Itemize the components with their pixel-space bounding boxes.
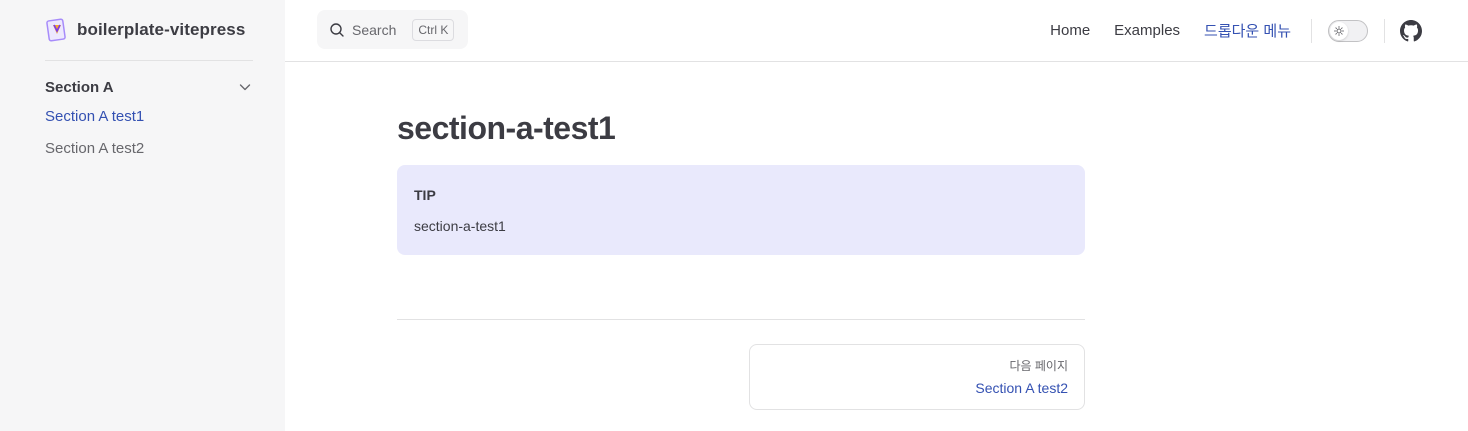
tip-callout: TIP section-a-test1: [397, 165, 1085, 255]
theme-toggle[interactable]: [1328, 19, 1368, 42]
tip-title: TIP: [414, 187, 436, 203]
sidebar: boilerplate-vitepress Section A Section …: [0, 0, 285, 431]
next-page-link[interactable]: 다음 페이지 Section A test2: [749, 344, 1085, 410]
search-label: Search: [352, 21, 397, 38]
sidebar-section-label: Section A: [45, 78, 114, 96]
search-button[interactable]: Search Ctrl K: [317, 10, 468, 49]
sidebar-item-section-a-test1[interactable]: Section A test1: [45, 100, 253, 132]
nav-dropdown-menu[interactable]: 드롭다운 메뉴: [1204, 20, 1291, 41]
next-page-desc: 다음 페이지: [1009, 359, 1068, 373]
brand-link[interactable]: boilerplate-vitepress: [45, 15, 245, 45]
top-navbar: Search Ctrl K Home Examples 드롭다운 메뉴: [285, 0, 1468, 62]
nav-link-home[interactable]: Home: [1050, 22, 1090, 39]
site-title: boilerplate-vitepress: [77, 20, 246, 39]
nav-link-examples[interactable]: Examples: [1114, 22, 1180, 39]
sidebar-section-a: Section A Section A test1 Section A test…: [45, 74, 253, 164]
footer-divider: [397, 319, 1085, 320]
vitepress-logo-icon: [46, 18, 66, 42]
sidebar-item-section-a-test2[interactable]: Section A test2: [45, 132, 253, 164]
nav-menu: Home Examples 드롭다운 메뉴: [1050, 0, 1468, 61]
github-icon[interactable]: [1400, 19, 1422, 42]
nav-divider-2: [1384, 18, 1385, 43]
tip-text: section-a-test1: [414, 218, 506, 234]
sidebar-section-toggle[interactable]: Section A: [45, 74, 253, 100]
sun-icon: [1334, 25, 1344, 36]
search-shortcut: Ctrl K: [412, 18, 455, 41]
nav-divider: [1311, 18, 1312, 43]
sidebar-divider: [45, 60, 253, 61]
page-title: section-a-test1: [397, 110, 616, 146]
chevron-down-icon[interactable]: [237, 79, 253, 95]
toggle-knob: [1330, 21, 1348, 40]
next-page-title: Section A test2: [975, 380, 1068, 396]
search-icon: [330, 22, 344, 37]
